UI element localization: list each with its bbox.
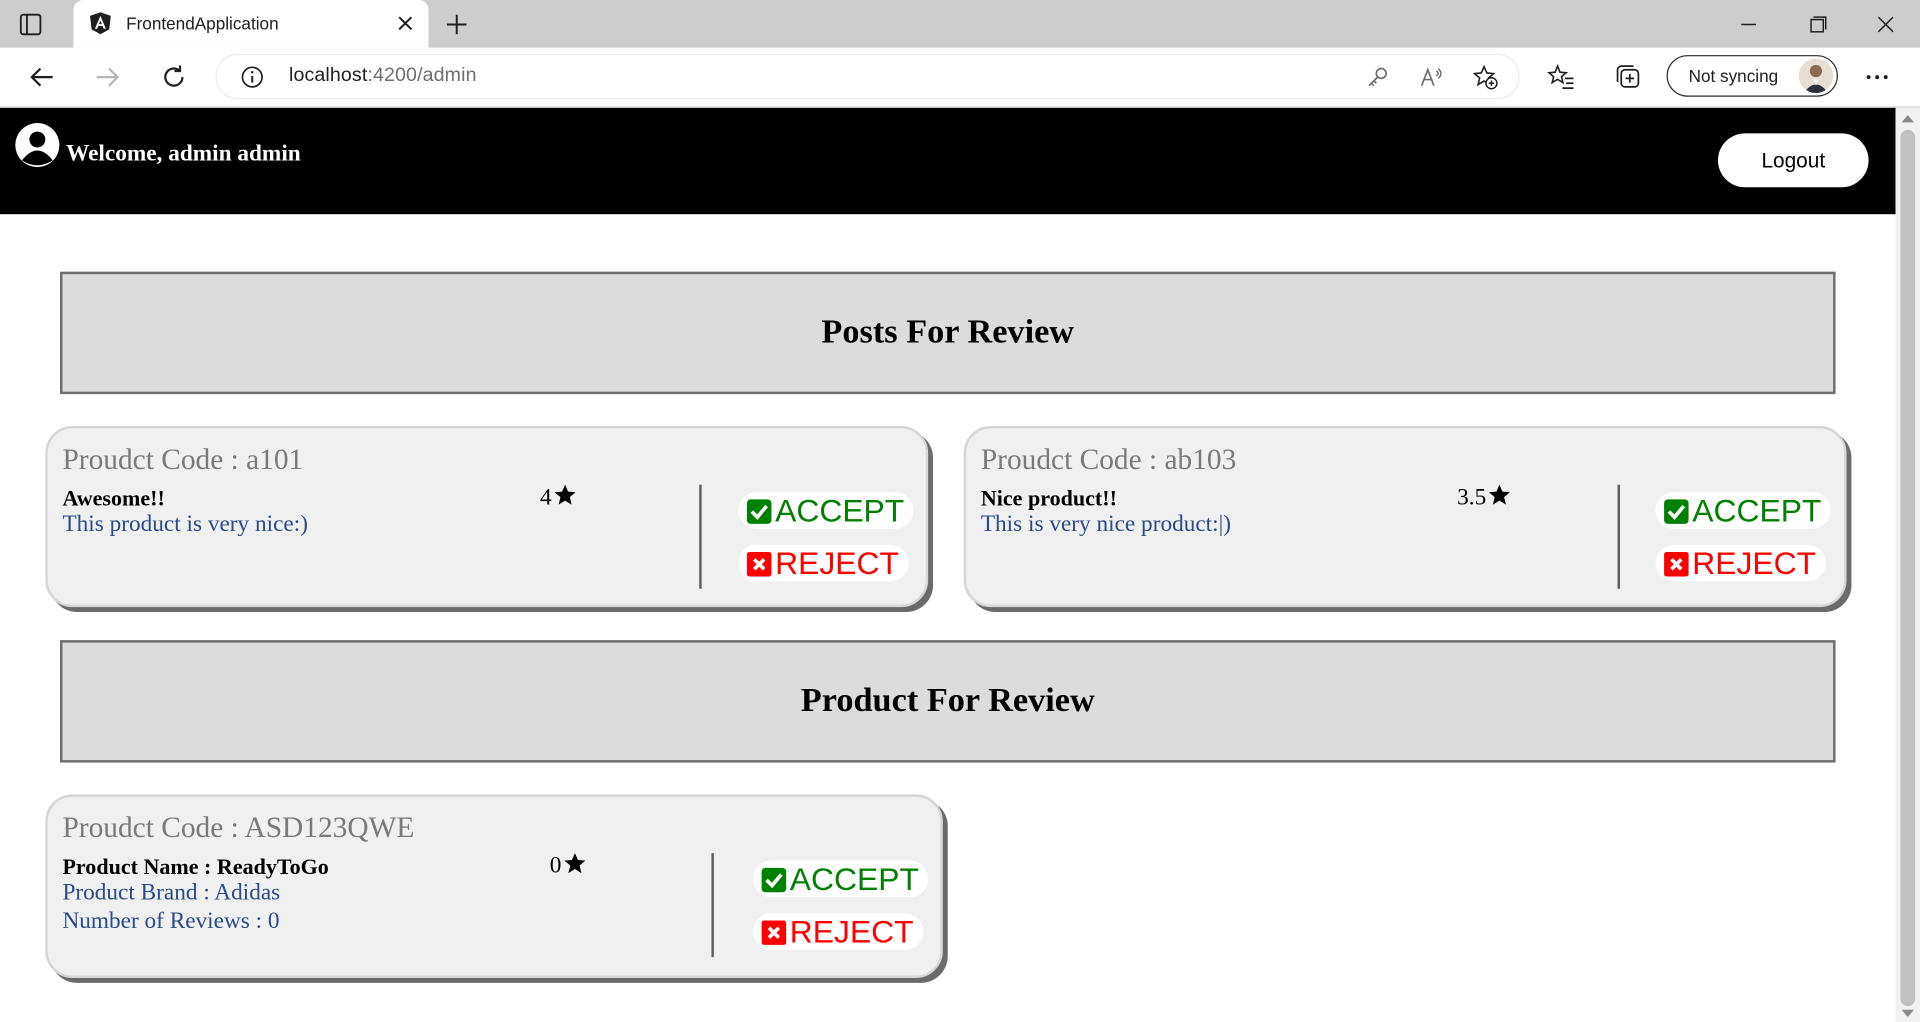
- checkbox-checked-icon: [1664, 499, 1689, 524]
- new-tab-icon[interactable]: [443, 11, 470, 38]
- checkbox-checked-icon: [746, 499, 772, 524]
- post-title: Awesome!!: [62, 485, 165, 511]
- reject-button[interactable]: REJECT: [738, 544, 909, 582]
- forward-icon: [96, 67, 120, 87]
- close-tab-icon[interactable]: [394, 12, 416, 34]
- product-code: Proudct Code : a101: [62, 444, 304, 477]
- post-body: This is very nice product:|): [980, 511, 1232, 538]
- close-box-icon: [1664, 552, 1689, 577]
- profile-sync-button[interactable]: Not syncing: [1666, 55, 1838, 97]
- tab-title: FrontendApplication: [126, 13, 279, 34]
- product-code: Proudct Code : ASD123QWE: [62, 812, 415, 845]
- products-section-banner: Product For Review: [60, 640, 1836, 763]
- tab-actions-icon[interactable]: [17, 11, 44, 38]
- scroll-up-arrow[interactable]: [1901, 115, 1914, 123]
- product-code: Proudct Code : ab103: [980, 444, 1237, 477]
- post-body: This product is very nice:): [62, 511, 308, 538]
- site-info-icon[interactable]: [240, 65, 264, 89]
- key-icon[interactable]: [1364, 64, 1391, 91]
- product-brand: Product Brand : Adidas: [62, 880, 281, 906]
- collections-icon[interactable]: [1614, 62, 1643, 91]
- reject-label: REJECT: [1692, 544, 1817, 582]
- star-icon: [554, 484, 575, 505]
- browser-window: FrontendApplication localhost:4200/admin…: [0, 0, 1920, 1022]
- post-card: Proudct Code : ab103 Nice product!! This…: [963, 425, 1847, 608]
- scroll-thumb[interactable]: [1900, 129, 1916, 1007]
- logout-button[interactable]: Logout: [1717, 133, 1869, 188]
- accept-button[interactable]: ACCEPT: [753, 860, 929, 898]
- more-options-icon[interactable]: [1862, 62, 1891, 91]
- close-window-icon[interactable]: [1871, 11, 1900, 38]
- read-aloud-icon[interactable]: [1418, 64, 1445, 91]
- url-path: :4200/admin: [367, 64, 477, 86]
- profile-avatar: [1798, 58, 1834, 94]
- post-title: Nice product!!: [980, 485, 1117, 511]
- back-icon[interactable]: [27, 62, 56, 91]
- reject-label: REJECT: [789, 913, 914, 950]
- post-rating: 3.5: [1457, 483, 1511, 511]
- star-icon: [563, 853, 585, 874]
- angular-icon: [90, 12, 111, 35]
- restore-icon[interactable]: [1802, 11, 1831, 38]
- tab-bar: FrontendApplication: [0, 0, 1920, 48]
- checkbox-checked-icon: [761, 867, 787, 893]
- close-box-icon: [746, 552, 772, 577]
- card-divider: [699, 484, 702, 589]
- card-divider: [711, 853, 714, 958]
- posts-section-title: Posts For Review: [821, 313, 1075, 352]
- refresh-icon[interactable]: [159, 62, 188, 91]
- rating-value: 3.5: [1457, 484, 1487, 511]
- products-section-title: Product For Review: [800, 681, 1095, 720]
- accept-label: ACCEPT: [1692, 492, 1822, 529]
- reject-label: REJECT: [775, 544, 899, 582]
- card-divider: [1617, 484, 1621, 589]
- url-host: localhost: [288, 64, 368, 86]
- url-text: localhost:4200/admin: [289, 65, 477, 87]
- minimize-icon[interactable]: [1734, 11, 1763, 38]
- product-rating: 0: [550, 852, 586, 880]
- reject-button[interactable]: REJECT: [1655, 544, 1826, 582]
- accept-label: ACCEPT: [789, 860, 919, 898]
- post-rating: 4: [540, 483, 576, 511]
- star-icon: [1488, 484, 1510, 505]
- page-viewport: Welcome, admin admin Logout Posts For Re…: [0, 107, 1896, 1022]
- product-card: Proudct Code : ASD123QWE Product Name : …: [45, 794, 943, 978]
- product-name: Product Name : ReadyToGo: [62, 854, 329, 879]
- scroll-down-arrow[interactable]: [1901, 1009, 1914, 1018]
- browser-toolbar: localhost:4200/admin Not syncing: [0, 47, 1920, 108]
- posts-section-banner: Posts For Review: [60, 271, 1836, 395]
- accept-button[interactable]: ACCEPT: [738, 492, 915, 529]
- user-avatar-icon: [15, 123, 60, 168]
- post-card: Proudct Code : a101 Awesome!! This produ…: [45, 425, 929, 608]
- close-box-icon: [761, 920, 787, 945]
- accept-label: ACCEPT: [775, 492, 905, 529]
- sync-label: Not syncing: [1688, 66, 1779, 86]
- tab-frontendapplication[interactable]: FrontendApplication: [73, 0, 429, 48]
- add-favorite-icon[interactable]: [1472, 64, 1499, 91]
- address-bar[interactable]: localhost:4200/admin: [215, 53, 1520, 100]
- product-review-count: Number of Reviews : 0: [62, 908, 280, 934]
- reject-button[interactable]: REJECT: [753, 913, 924, 950]
- page-scrollbar[interactable]: [1895, 107, 1920, 1022]
- rating-value: 4: [540, 484, 552, 511]
- welcome-text: Welcome, admin admin: [66, 140, 301, 167]
- app-header: Welcome, admin admin Logout: [0, 107, 1896, 215]
- favorites-icon[interactable]: [1546, 62, 1576, 91]
- accept-button[interactable]: ACCEPT: [1655, 492, 1832, 529]
- rating-value: 0: [549, 853, 562, 879]
